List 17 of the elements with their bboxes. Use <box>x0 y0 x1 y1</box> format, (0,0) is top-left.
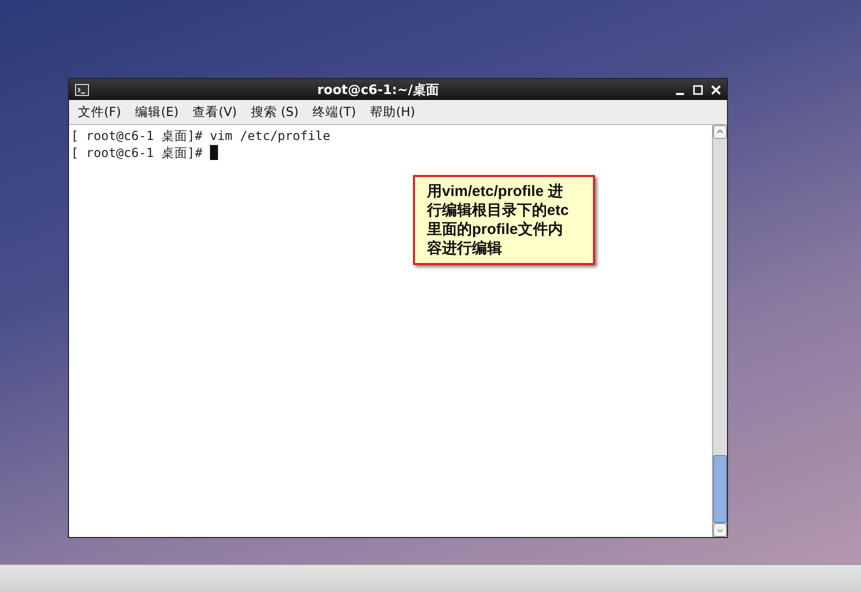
close-icon[interactable] <box>711 84 721 94</box>
terminal-icon <box>75 84 89 96</box>
menu-item[interactable]: 查看(V) <box>192 104 237 120</box>
maximize-icon[interactable] <box>693 84 703 94</box>
scroll-up-icon[interactable] <box>713 125 727 139</box>
terminal-line: [ root@c6-1 桌面]# vim /etc/profile <box>71 127 330 144</box>
scroll-thumb[interactable] <box>713 455 727 523</box>
menu-item[interactable]: 编辑(E) <box>134 104 179 120</box>
annotation-callout: 用vim/etc/profile 进行编辑根目录下的etc里面的profile文件内容进行编辑 <box>413 175 595 265</box>
window-title: root@c6-1:~/桌面 <box>316 82 440 98</box>
menu-item[interactable]: 帮助(H) <box>370 104 416 120</box>
terminal-line: [ root@c6-1 桌面]# <box>71 144 204 161</box>
menu-item[interactable]: 搜索 (S) <box>250 104 299 120</box>
menu-item[interactable]: 文件(F) <box>78 104 121 120</box>
menu-item[interactable]: 终端(T) <box>312 104 356 120</box>
scroll-down-icon[interactable] <box>713 523 727 537</box>
scrollbar[interactable] <box>712 125 727 537</box>
